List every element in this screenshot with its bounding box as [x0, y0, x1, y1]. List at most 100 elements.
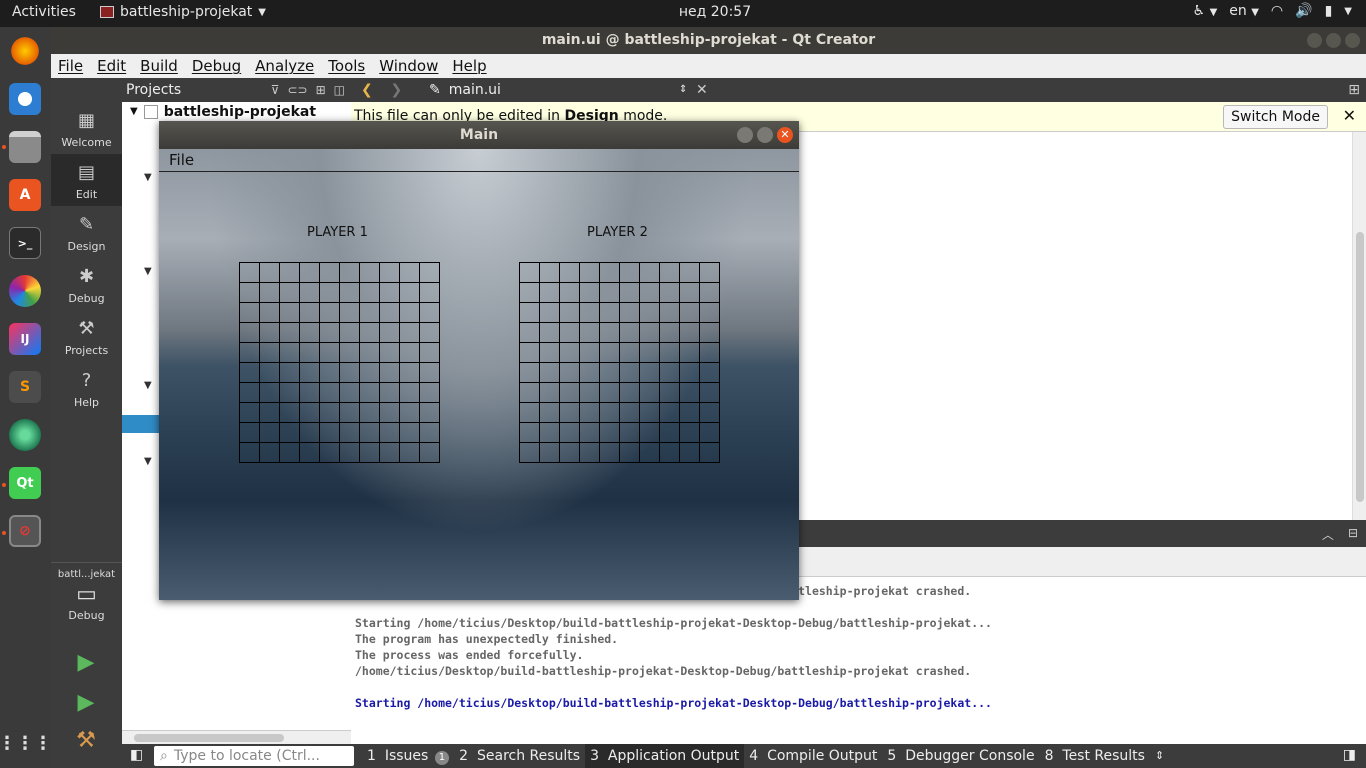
menu-edit[interactable]: Edit: [97, 57, 126, 75]
status-bar: ◧ ⌕ Type to locate (Ctrl... 1 Issues 1 2…: [122, 744, 1366, 768]
split-icon[interactable]: ⊞: [316, 78, 326, 102]
debug-run-button[interactable]: ▶: [73, 690, 99, 716]
chevron-down-icon[interactable]: ▼: [144, 172, 152, 183]
menu-analyze[interactable]: Analyze: [255, 57, 314, 75]
scrollbar-thumb[interactable]: [1356, 232, 1364, 502]
minimize-button[interactable]: [1307, 33, 1322, 48]
menu-help[interactable]: Help: [452, 57, 486, 75]
scrollbar-thumb[interactable]: [134, 734, 284, 742]
menu-debug[interactable]: Debug: [192, 57, 241, 75]
terminal-icon[interactable]: >_: [9, 227, 41, 259]
filter-icon[interactable]: ⊽: [271, 78, 280, 102]
color-picker-icon[interactable]: [9, 275, 41, 307]
ocean-background: File PLAYER 1 PLAYER 2: [159, 149, 799, 600]
chevron-down-icon[interactable]: ▼: [144, 266, 152, 277]
clock[interactable]: нед 20:57: [660, 4, 770, 20]
player1-grid[interactable]: [239, 262, 440, 463]
link-icon[interactable]: ⊂⊃: [287, 78, 307, 102]
tab-compile-output[interactable]: 4 Compile Output: [744, 744, 882, 768]
projects-view-selector[interactable]: Projects: [126, 82, 181, 98]
minimize-button[interactable]: [737, 127, 753, 143]
kit-selector[interactable]: battl...jekat ▭ Debug: [51, 562, 122, 622]
menu-tools[interactable]: Tools: [328, 57, 365, 75]
system-menu-chevron-icon[interactable]: ▼: [1344, 6, 1352, 17]
tab-issues[interactable]: 1 Issues 1: [362, 744, 454, 768]
mode-label: Debug: [68, 292, 105, 305]
system-tray[interactable]: ♿ ▼ en ▼ ◠ 🔊 ▮ ▼: [1193, 3, 1352, 19]
battleship-app-icon[interactable]: ⊘: [9, 515, 41, 547]
chevron-down-icon[interactable]: ▼: [144, 456, 152, 467]
split-editor-icon[interactable]: ⊞: [1348, 78, 1360, 102]
more-tabs-icon[interactable]: ⇕: [1150, 744, 1169, 768]
mode-projects[interactable]: ⚒ Projects: [51, 310, 122, 362]
files-icon[interactable]: [9, 131, 41, 163]
close-sidebar-icon[interactable]: ◫: [334, 78, 345, 102]
switch-mode-button[interactable]: Switch Mode: [1223, 105, 1328, 129]
close-button[interactable]: ✕: [777, 127, 793, 143]
tab-application-output[interactable]: 3 Application Output: [585, 744, 745, 768]
show-apps-icon[interactable]: ⋮⋮⋮: [0, 727, 52, 759]
close-pane-icon[interactable]: ⊟: [1348, 526, 1358, 543]
mode-debug[interactable]: ✱ Debug: [51, 258, 122, 310]
player2-grid[interactable]: [519, 262, 720, 463]
bug-icon: ✱: [78, 266, 95, 287]
chevron-down-icon[interactable]: ▼: [130, 102, 138, 122]
running-indicator: [2, 145, 6, 149]
menu-file[interactable]: File: [58, 57, 83, 75]
menu-build[interactable]: Build: [140, 57, 178, 75]
run-button[interactable]: ▶: [73, 650, 99, 676]
tab-search-results[interactable]: 2 Search Results: [454, 744, 585, 768]
app-menu[interactable]: battleship-projekat ▼: [100, 4, 266, 20]
project-root-item[interactable]: ▼ battleship-projekat: [122, 102, 351, 122]
volume-icon: 🔊: [1295, 3, 1313, 19]
vertical-scrollbar[interactable]: [1352, 132, 1366, 520]
mode-edit[interactable]: ▤ Edit: [51, 154, 122, 206]
mode-label: Design: [67, 240, 106, 253]
tab-test-results[interactable]: 8 Test Results: [1040, 744, 1150, 768]
maximize-button[interactable]: [757, 127, 773, 143]
mode-design[interactable]: ✎ Design: [51, 206, 122, 258]
wrench-icon: ⚒: [78, 318, 95, 339]
close-document-icon[interactable]: ✕: [696, 78, 708, 102]
mode-welcome[interactable]: ▦ Welcome: [51, 102, 122, 154]
locator-input[interactable]: ⌕ Type to locate (Ctrl...: [154, 746, 354, 766]
close-icon[interactable]: ✕: [1343, 102, 1356, 130]
sublime-icon[interactable]: S: [9, 371, 41, 403]
open-documents-combo[interactable]: ✎ main.ui ⇕: [429, 78, 687, 102]
software-center-icon[interactable]: A: [9, 179, 41, 211]
toggle-sidebar-icon[interactable]: ◧: [130, 747, 143, 763]
output-pane-toggle-icon[interactable]: ◨: [1343, 747, 1356, 763]
build-button[interactable]: ⚒: [73, 728, 99, 754]
qt-creator-titlebar: main.ui @ battleship-projekat - Qt Creat…: [51, 27, 1366, 54]
maximize-pane-icon[interactable]: ︿: [1322, 526, 1334, 543]
close-button[interactable]: [1345, 33, 1360, 48]
horizontal-scrollbar[interactable]: [122, 730, 351, 744]
firefox-icon[interactable]: [9, 35, 41, 67]
window-controls: [1307, 33, 1360, 48]
monitor-icon: ▭: [76, 582, 97, 607]
navigation-arrows[interactable]: ❮ ❯: [361, 78, 402, 102]
window-title: main.ui @ battleship-projekat - Qt Creat…: [541, 32, 876, 48]
activities-button[interactable]: Activities: [12, 4, 76, 20]
locator-placeholder: Type to locate (Ctrl...: [173, 748, 320, 764]
projects-header: Projects ⊽ ⊂⊃ ⊞ ◫: [122, 78, 351, 102]
accessibility-icon[interactable]: ♿ ▼: [1193, 3, 1218, 19]
language-indicator[interactable]: en ▼: [1229, 3, 1259, 19]
kit-mode-label: Debug: [68, 609, 105, 622]
menu-window[interactable]: Window: [379, 57, 438, 75]
issues-count-badge: 1: [434, 751, 450, 765]
tab-debugger-console[interactable]: 5 Debugger Console: [882, 744, 1039, 768]
wifi-icon: ◠: [1270, 3, 1284, 19]
output-line: Starting /home/ticius/Desktop/build-batt…: [355, 616, 992, 630]
qt-creator-icon[interactable]: Qt: [9, 467, 41, 499]
maximize-button[interactable]: [1326, 33, 1341, 48]
app-menu-file[interactable]: File: [169, 151, 194, 169]
mode-label: Edit: [75, 188, 98, 201]
atom-icon[interactable]: [9, 419, 41, 451]
app-menu-label: battleship-projekat: [120, 4, 253, 20]
mode-help[interactable]: ? Help: [51, 362, 122, 414]
intellij-icon[interactable]: IJ: [9, 323, 41, 355]
thunderbird-icon[interactable]: [9, 83, 41, 115]
chevron-down-icon[interactable]: ▼: [144, 380, 152, 391]
